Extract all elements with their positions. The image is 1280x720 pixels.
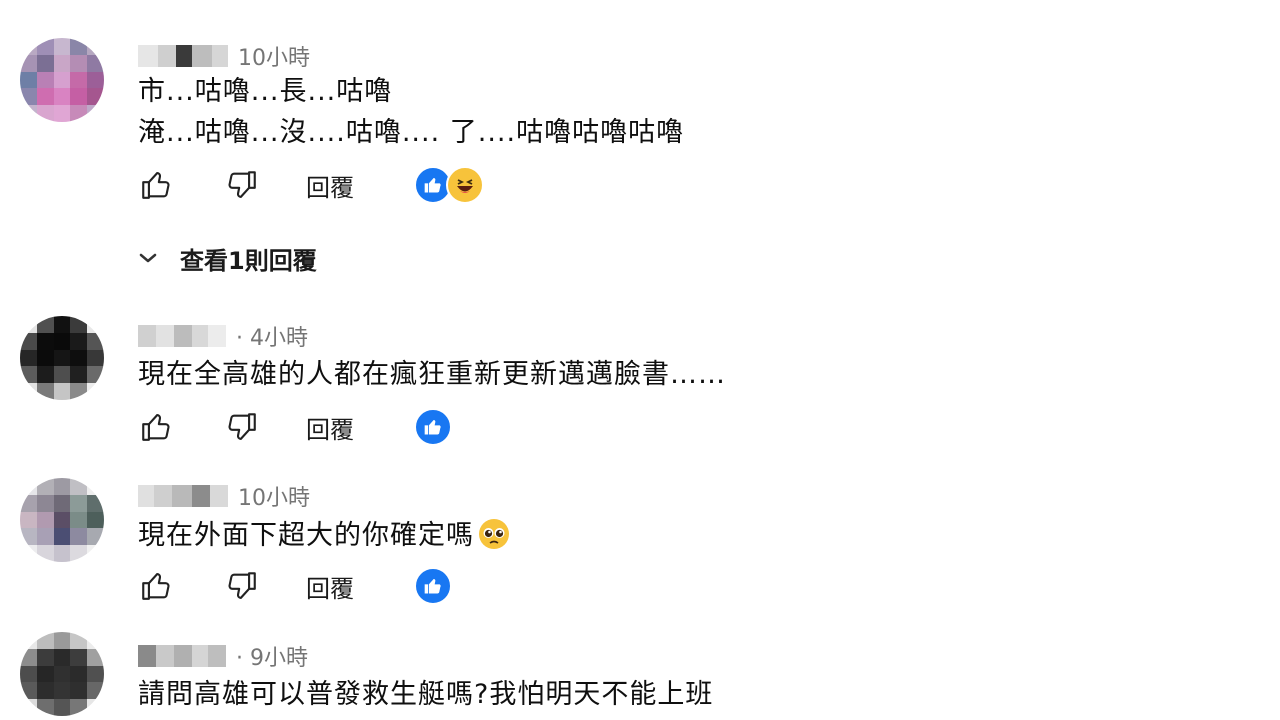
avatar[interactable] bbox=[20, 632, 104, 716]
like-reaction-icon bbox=[414, 567, 452, 605]
chevron-down-icon bbox=[138, 251, 158, 265]
avatar[interactable] bbox=[20, 38, 104, 122]
view-replies-label: 查看1則回覆 bbox=[180, 246, 317, 275]
reaction-summary[interactable] bbox=[414, 567, 452, 605]
pleading-face-emoji bbox=[478, 518, 510, 550]
comment-text-line-1: 市...咕嚕...長...咕嚕 bbox=[138, 76, 393, 107]
haha-reaction-icon bbox=[446, 166, 484, 204]
reaction-summary[interactable] bbox=[414, 166, 484, 204]
reply-button[interactable]: 回覆 bbox=[306, 569, 354, 604]
comment-header: 10小時 bbox=[138, 39, 310, 73]
comment-actions: 回覆 bbox=[138, 165, 484, 205]
blurred-username[interactable] bbox=[138, 485, 228, 507]
thumbs-up-icon[interactable] bbox=[138, 167, 174, 203]
thumbs-up-icon[interactable] bbox=[138, 409, 174, 445]
avatar[interactable] bbox=[20, 316, 104, 400]
thumbs-up-icon[interactable] bbox=[138, 568, 174, 604]
thumbs-down-icon[interactable] bbox=[224, 167, 260, 203]
comment-header: · 9小時 bbox=[138, 639, 308, 673]
reaction-summary[interactable] bbox=[414, 408, 452, 446]
comment-actions: 回覆 bbox=[138, 407, 452, 447]
reply-button[interactable]: 回覆 bbox=[306, 168, 354, 203]
comment-header: · 4小時 bbox=[138, 319, 308, 353]
comment-time[interactable]: · 9小時 bbox=[236, 640, 308, 672]
comment-text-line-1: 請問高雄可以普發救生艇嗎?我怕明天不能上班 bbox=[138, 679, 714, 710]
blurred-username[interactable] bbox=[138, 645, 226, 667]
comment-time[interactable]: 10小時 bbox=[238, 480, 310, 512]
comment-text-line-1: 現在全高雄的人都在瘋狂重新更新邁邁臉書…… bbox=[138, 359, 726, 390]
comment-actions: 回覆 bbox=[138, 566, 452, 606]
comment-header: 10小時 bbox=[138, 479, 310, 513]
view-replies-button[interactable]: 查看1則回覆 bbox=[138, 238, 317, 278]
avatar[interactable] bbox=[20, 478, 104, 562]
comment-text-line-2: 淹...咕嚕...沒....咕嚕.... 了....咕嚕咕嚕咕嚕 bbox=[138, 117, 685, 148]
thumbs-down-icon[interactable] bbox=[224, 409, 260, 445]
comment-time[interactable]: · 4小時 bbox=[236, 320, 308, 352]
blurred-username[interactable] bbox=[138, 325, 226, 347]
like-reaction-icon bbox=[414, 408, 452, 446]
comment-text: 現在外面下超大的你確定嗎 bbox=[138, 520, 474, 551]
comment-time[interactable]: 10小時 bbox=[238, 40, 310, 72]
blurred-username[interactable] bbox=[138, 45, 228, 67]
thumbs-down-icon[interactable] bbox=[224, 568, 260, 604]
comment-text-line-1: 現在外面下超大的你確定嗎 bbox=[138, 518, 510, 553]
reply-button[interactable]: 回覆 bbox=[306, 410, 354, 445]
